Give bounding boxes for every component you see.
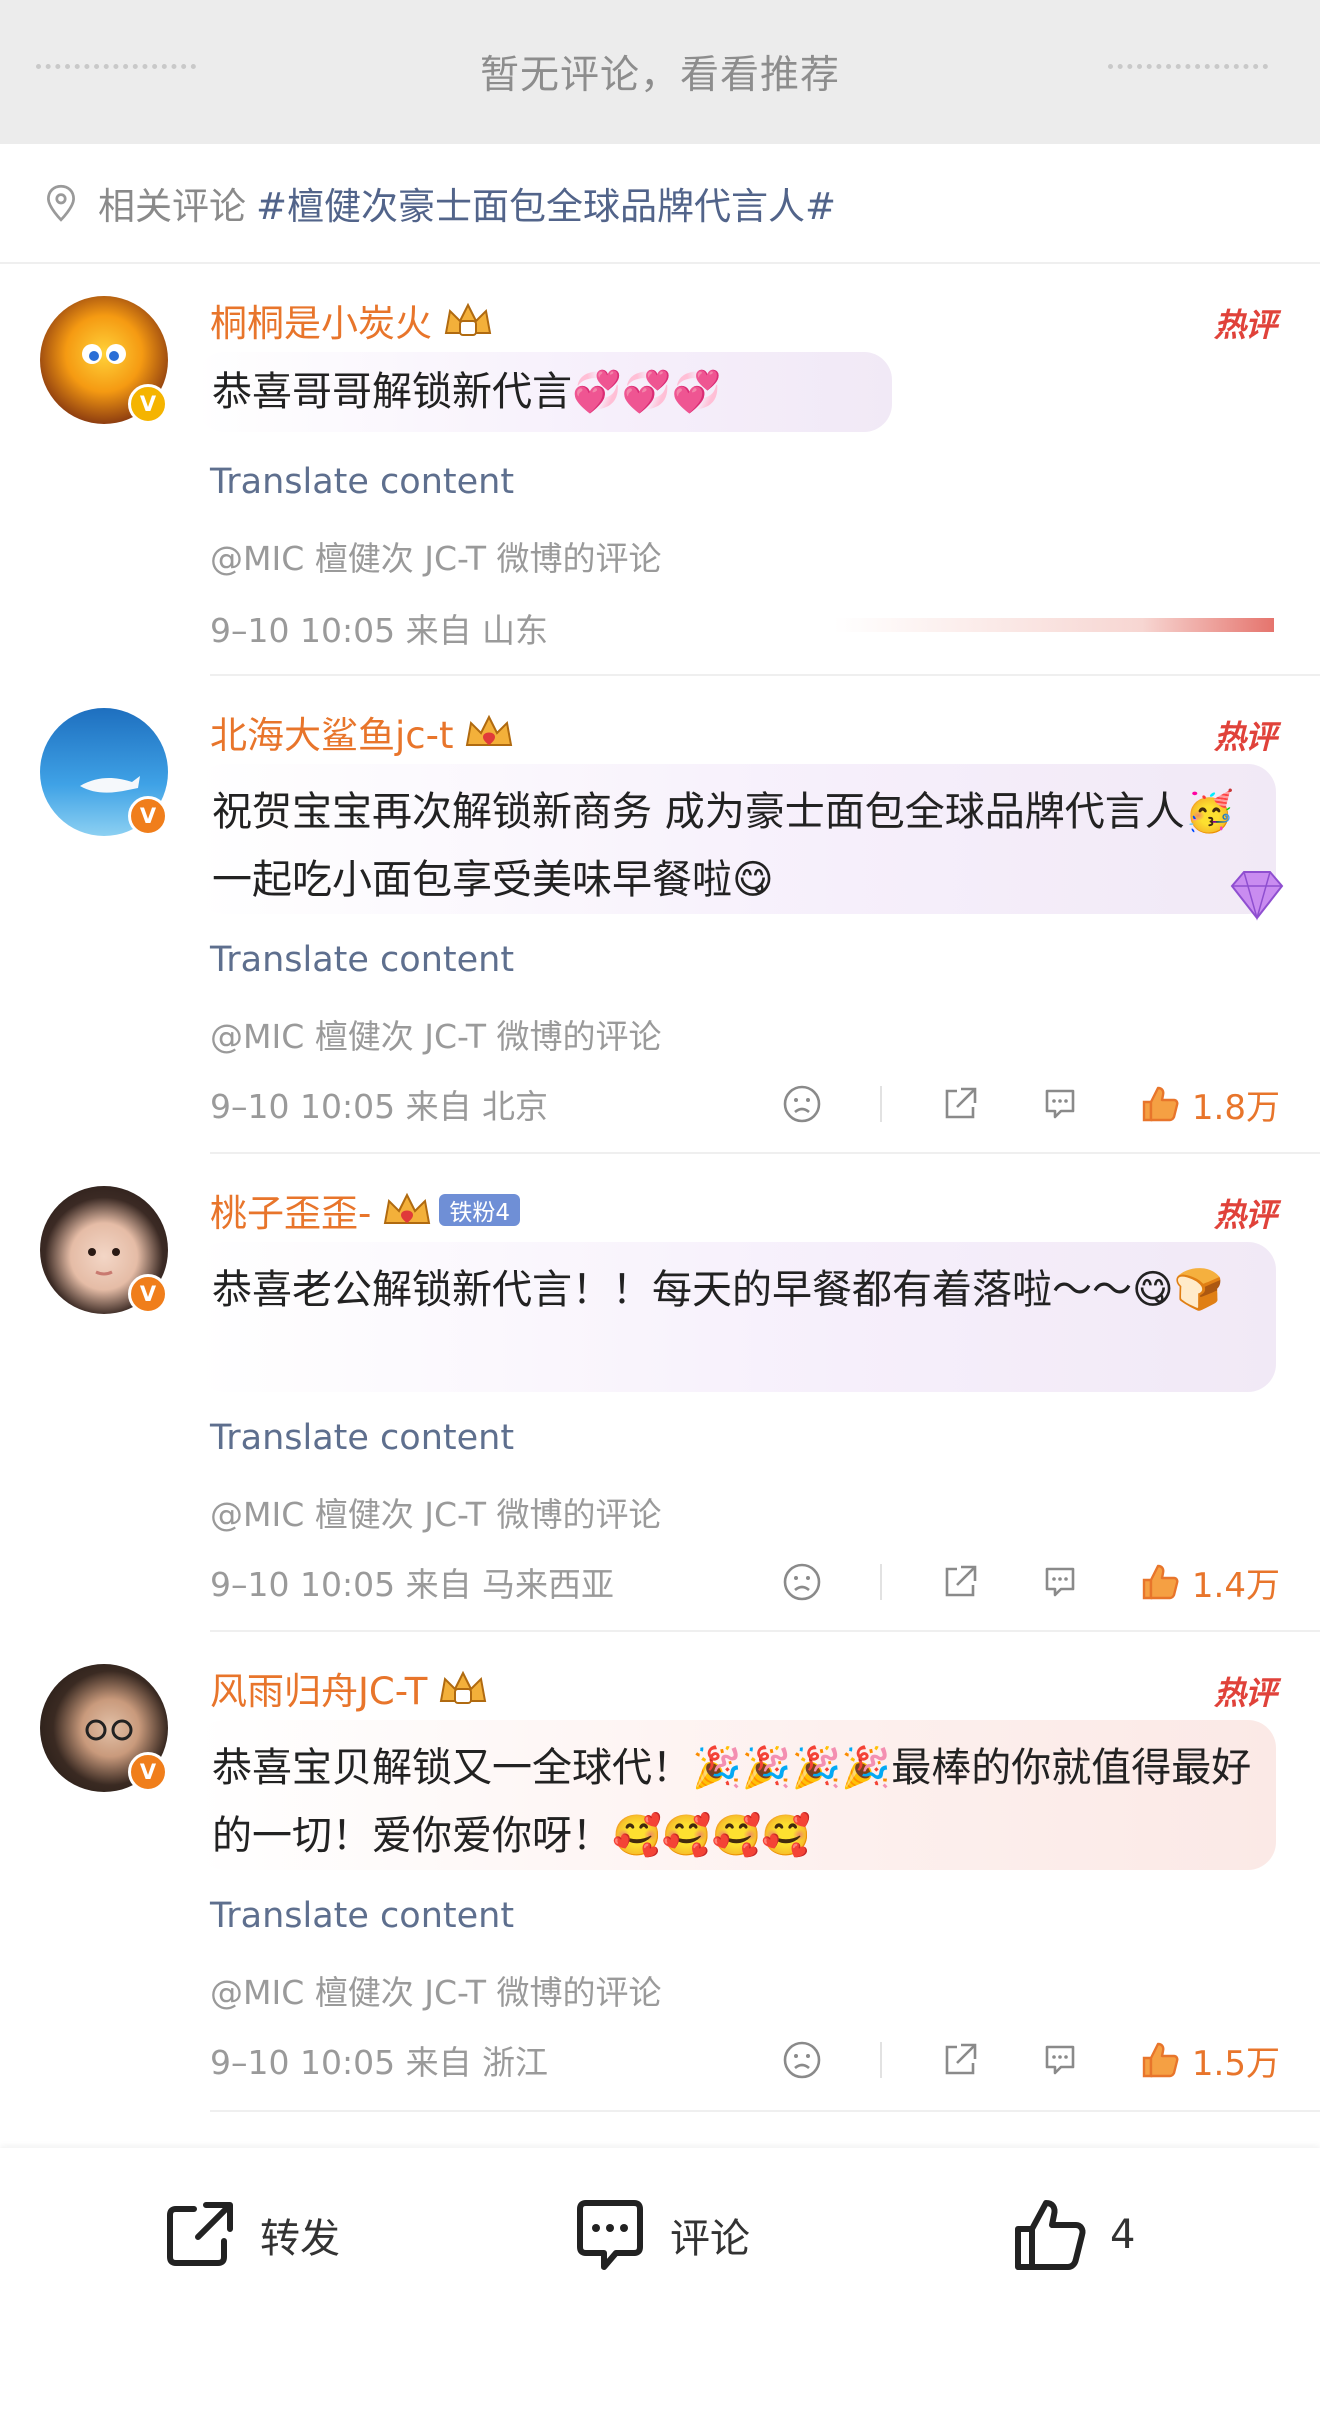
reply-button[interactable] <box>1038 1560 1082 1604</box>
translate-link[interactable]: Translate content <box>210 462 514 502</box>
like-count: 1.8万 <box>1191 1087 1280 1128</box>
topic-hashtag-link[interactable]: #檀健次豪士面包全球品牌代言人# <box>256 176 836 230</box>
no-comments-text: 暂无评论，看看推荐 <box>479 53 840 98</box>
translate-link[interactable]: Translate content <box>210 1418 514 1458</box>
no-comments-banner: 暂无评论，看看推荐 <box>0 0 1320 144</box>
comment-item: V 风雨归舟JC-T 热评 恭喜宝贝解锁又一全球代！🎉🎉🎉🎉最棒的你就值得最好的… <box>0 1632 1320 2114</box>
hot-comment-badge: 热评 <box>1213 1196 1277 1234</box>
crown-icon <box>440 1670 487 1704</box>
dislike-button[interactable] <box>780 1082 824 1126</box>
dotted-divider-left <box>36 64 196 69</box>
related-comments-label: 相关评论 <box>98 185 246 228</box>
dislike-icon <box>783 1085 821 1123</box>
comment-item: V 北海大鲨鱼jc-t 热评 祝贺宝宝再次解锁新商务 成为豪士面包全球品牌代言人… <box>0 676 1320 1154</box>
related-comments-header: 相关评论 #檀健次豪士面包全球品牌代言人# <box>0 144 1320 264</box>
comment-time-location: 9–10 10:05 来自 浙江 <box>210 2043 549 2082</box>
comment-icon <box>1045 1089 1075 1119</box>
share-button[interactable] <box>938 1560 982 1604</box>
thumbs-up-icon <box>1015 2200 1086 2270</box>
action-separator <box>879 1564 882 1600</box>
comment-source[interactable]: @MIC 檀健次 JC-T 微博的评论 <box>210 1966 662 2014</box>
thumbs-up-icon <box>1142 2042 1179 2078</box>
comment-divider <box>210 2110 1320 2112</box>
like-button[interactable]: 4 <box>1010 2190 1135 2280</box>
like-button[interactable]: 1.4万 <box>1138 1558 1280 1607</box>
reply-button[interactable] <box>1038 1082 1082 1126</box>
username[interactable]: 桃子歪歪- <box>210 1183 371 1237</box>
comment-text: 祝贺宝宝再次解锁新商务 成为豪士面包全球品牌代言人🥳 一起吃小面包享受美味早餐啦… <box>196 764 1276 914</box>
translate-link[interactable]: Translate content <box>210 1896 514 1936</box>
action-separator <box>879 1086 882 1122</box>
verified-icon: V <box>128 384 168 424</box>
username[interactable]: 北海大鲨鱼jc-t <box>210 705 453 759</box>
comment-item: V 桃子歪歪- 铁粉4 热评 恭喜老公解锁新代言！！每天的早餐都有着落啦～～😋🍞… <box>0 1154 1320 1632</box>
decorative-stripe <box>834 618 1274 632</box>
comment-button[interactable]: 评论 <box>570 2190 750 2280</box>
like-count: 1.5万 <box>1191 2043 1280 2084</box>
comment-time-location: 9–10 10:05 来自 马来西亚 <box>210 1565 615 1604</box>
bottom-action-bar: 转发 评论 4 <box>0 2148 1320 2412</box>
hot-comment-badge: 热评 <box>1213 1674 1277 1712</box>
username[interactable]: 风雨归舟JC-T <box>210 1661 427 1715</box>
share-button[interactable] <box>938 1082 982 1126</box>
crown-icon <box>444 302 492 336</box>
comment-text: 恭喜哥哥解锁新代言💞💞💞 <box>196 352 892 432</box>
dotted-divider-right <box>1108 64 1268 69</box>
repost-icon <box>167 2202 233 2266</box>
comment-label: 评论 <box>670 2216 750 2262</box>
like-button[interactable]: 1.5万 <box>1138 2036 1280 2085</box>
repost-button[interactable]: 转发 <box>160 2190 340 2280</box>
thumbs-up-icon <box>1142 1086 1179 1122</box>
dislike-icon <box>783 1563 821 1601</box>
like-count: 1.4万 <box>1191 1565 1280 1606</box>
username[interactable]: 桐桐是小炭火 <box>210 293 432 347</box>
dislike-button[interactable] <box>780 1560 824 1604</box>
crown-icon <box>466 714 513 746</box>
dislike-icon <box>783 2041 821 2079</box>
comment-time-location: 9–10 10:05 来自 北京 <box>210 1087 549 1126</box>
comment-source[interactable]: @MIC 檀健次 JC-T 微博的评论 <box>210 532 662 580</box>
comment-icon <box>577 2200 643 2270</box>
like-count: 4 <box>1110 2212 1136 2258</box>
crown-icon <box>384 1192 431 1224</box>
share-button[interactable] <box>938 2038 982 2082</box>
share-icon <box>945 1087 977 1119</box>
hot-comment-badge: 热评 <box>1213 306 1277 344</box>
dislike-button[interactable] <box>780 2038 824 2082</box>
share-icon <box>945 2043 977 2075</box>
translate-link[interactable]: Translate content <box>210 940 514 980</box>
verified-icon: V <box>128 796 168 836</box>
hot-comment-badge: 热评 <box>1213 718 1277 756</box>
comment-text: 恭喜宝贝解锁又一全球代！🎉🎉🎉🎉最棒的你就值得最好的一切！爱你爱你呀！🥰🥰🥰🥰 <box>196 1720 1276 1870</box>
verified-icon: V <box>128 1752 168 1792</box>
action-separator <box>879 2042 882 2078</box>
comment-source[interactable]: @MIC 檀健次 JC-T 微博的评论 <box>210 1488 662 1536</box>
like-button[interactable]: 1.8万 <box>1138 1080 1280 1129</box>
location-pin-icon <box>47 184 75 222</box>
comment-icon <box>1045 2045 1075 2075</box>
comment-text: 恭喜老公解锁新代言！！每天的早餐都有着落啦～～😋🍞 <box>196 1242 1276 1392</box>
repost-label: 转发 <box>260 2216 340 2262</box>
comment-item: V 桐桐是小炭火 热评 恭喜哥哥解锁新代言💞💞💞 Translate conte… <box>0 264 1320 676</box>
thumbs-up-icon <box>1142 1564 1179 1600</box>
fan-level-badge: 铁粉4 <box>439 1194 520 1226</box>
comment-source[interactable]: @MIC 檀健次 JC-T 微博的评论 <box>210 1010 662 1058</box>
comment-icon <box>1045 1567 1075 1597</box>
share-icon <box>945 1565 977 1597</box>
diamond-icon <box>1230 871 1284 921</box>
verified-icon: V <box>128 1274 168 1314</box>
reply-button[interactable] <box>1038 2038 1082 2082</box>
